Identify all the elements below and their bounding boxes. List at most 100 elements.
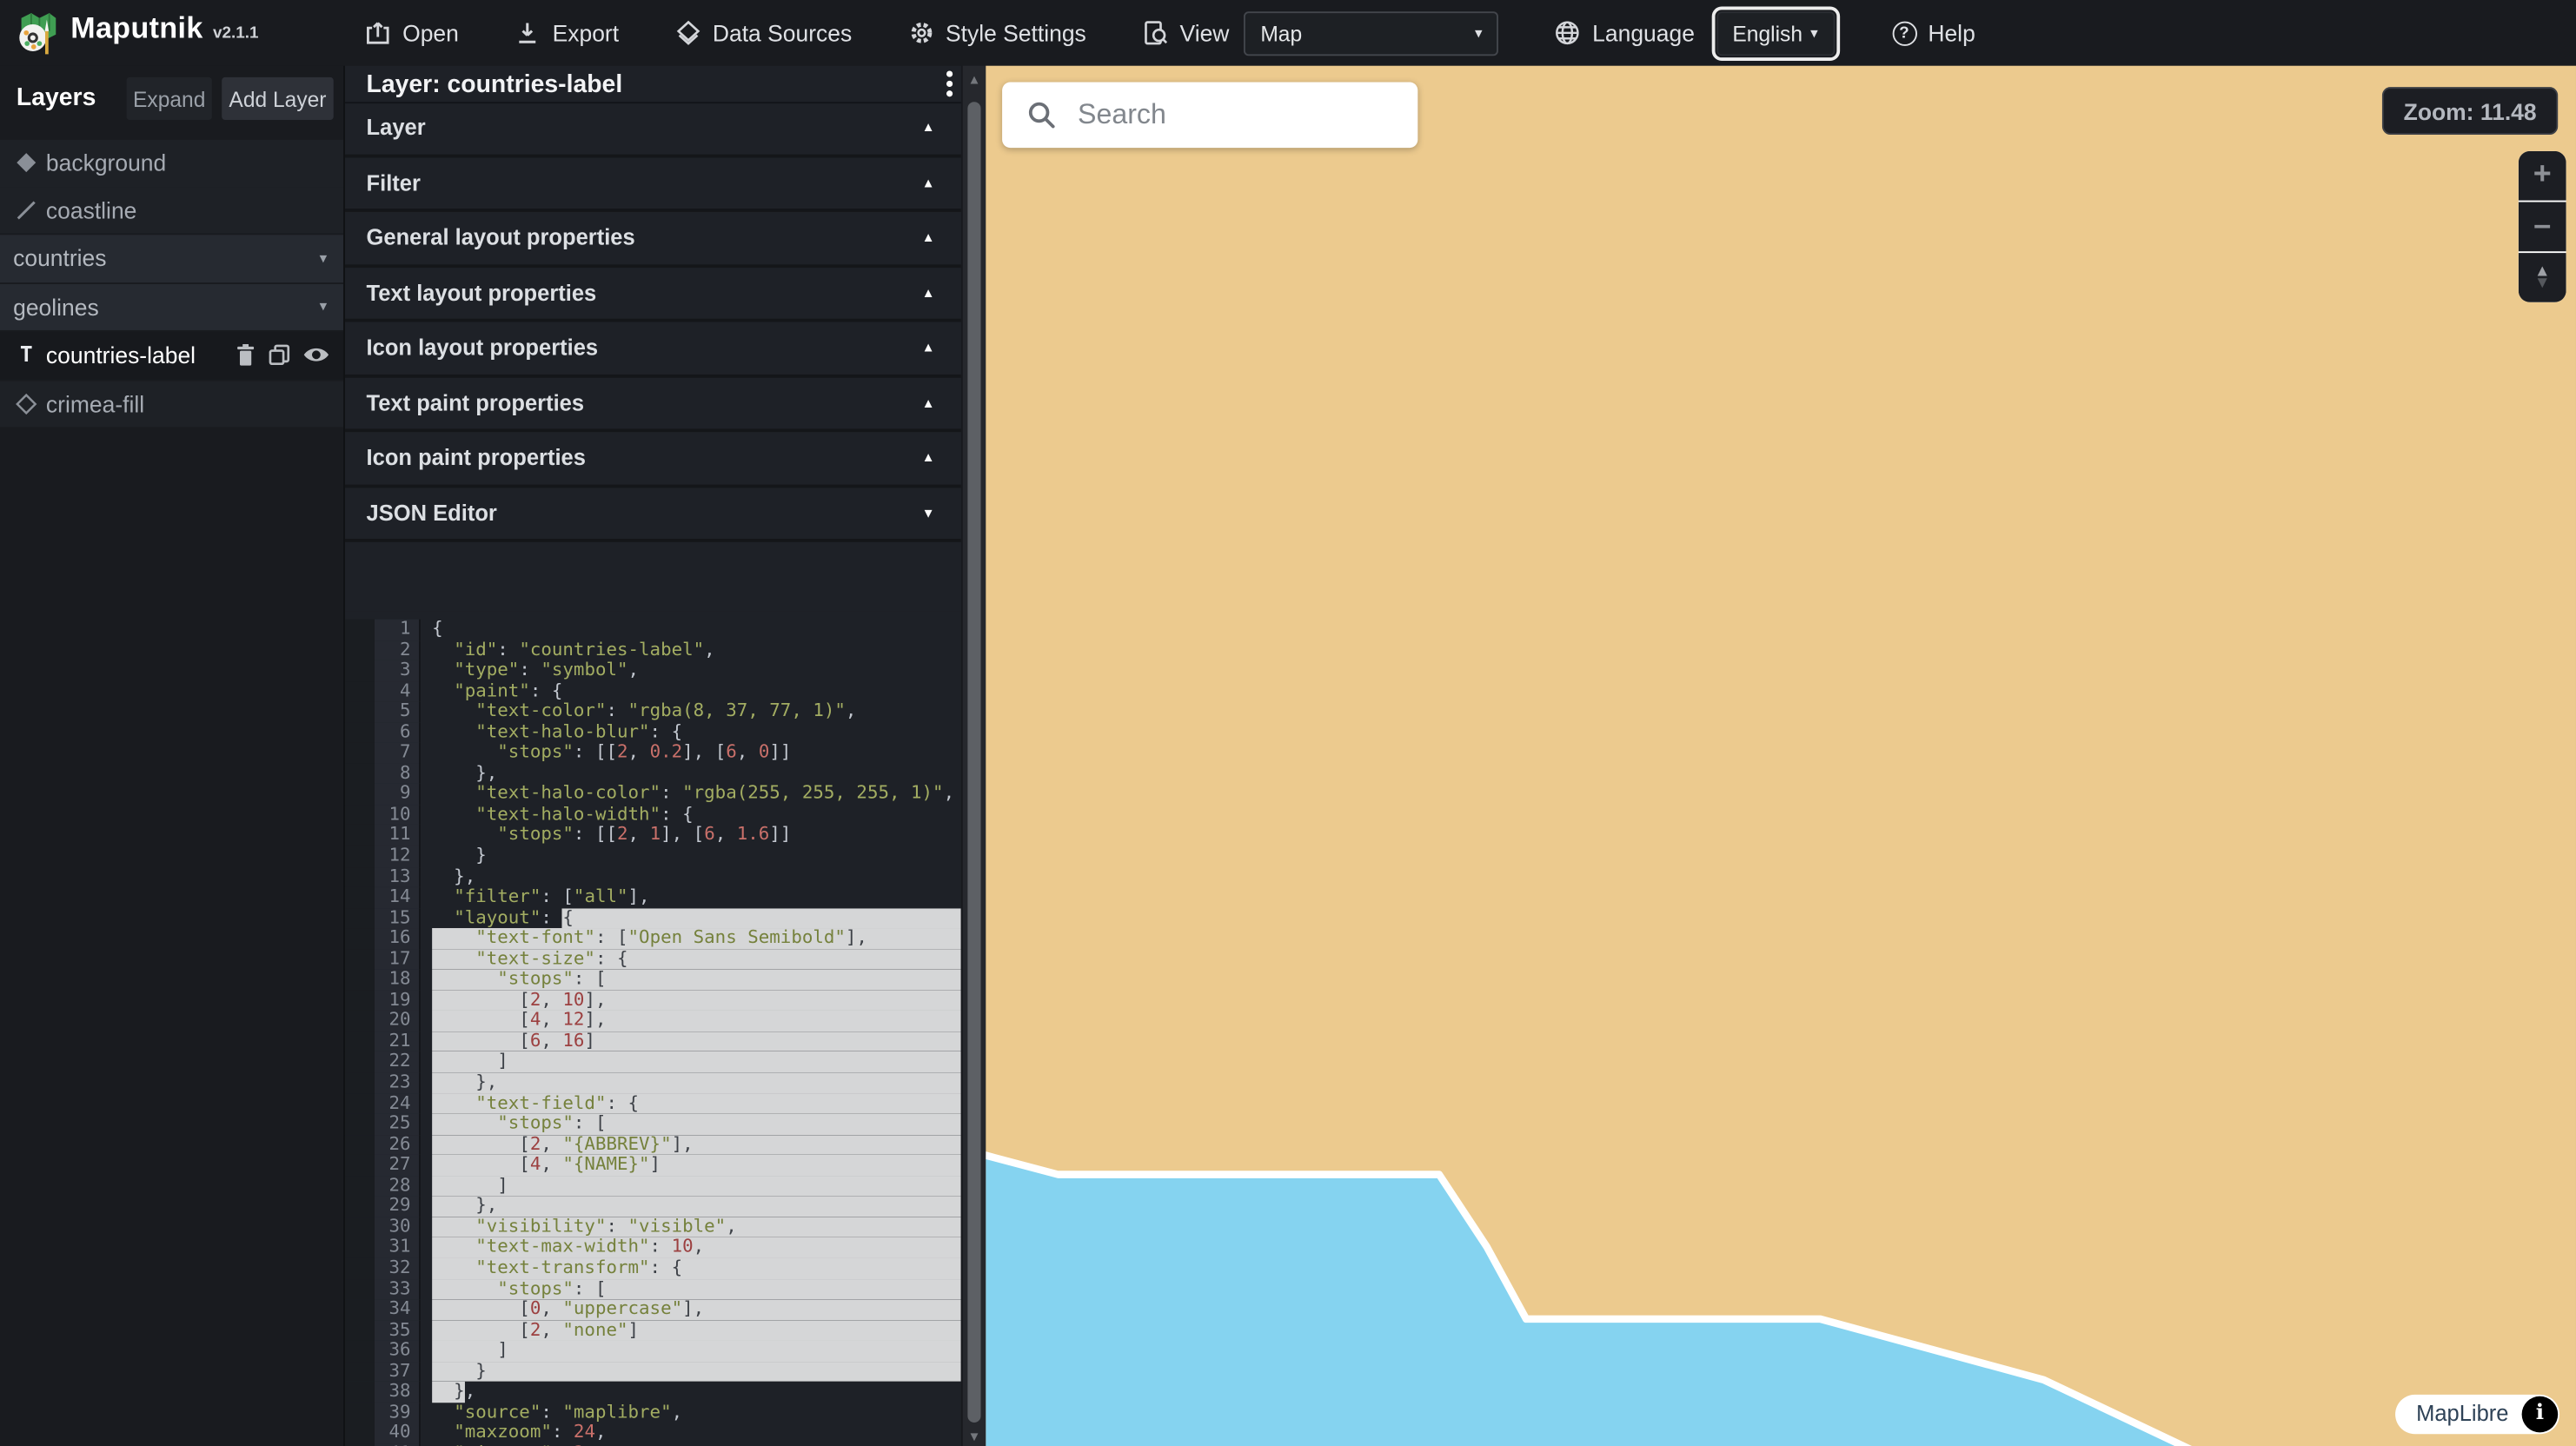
section-general-layout-properties[interactable]: General layout properties▲ — [345, 212, 961, 267]
code-text: "text-halo-width": { — [421, 805, 961, 826]
json-editor[interactable]: 1{2 "id": "countries-label",3 "type": "s… — [345, 611, 961, 1446]
layer-item-countries[interactable]: countries▾ — [0, 235, 343, 282]
code-text: [0, "uppercase"], — [421, 1299, 961, 1320]
info-icon[interactable]: i — [2522, 1396, 2559, 1432]
code-text: ] — [421, 1052, 961, 1073]
layers-sidebar: Layers Expand Add Layer backgroundcoastl… — [0, 66, 343, 1446]
gutter-strip — [345, 1011, 375, 1031]
compass-button[interactable]: ▲▼ — [2519, 253, 2566, 302]
selected-code: "stops": [ — [432, 1114, 961, 1135]
menu-item-export[interactable]: Export — [515, 20, 619, 46]
section-text-layout-properties[interactable]: Text layout properties▲ — [345, 267, 961, 322]
gutter-strip — [345, 1299, 375, 1320]
open-icon — [365, 20, 391, 46]
code-line: 16 "text-font": ["Open Sans Semibold"], — [345, 928, 961, 949]
gutter-strip — [345, 681, 375, 702]
layer-more-menu-icon[interactable] — [946, 70, 953, 96]
chevron-up-icon: ▲ — [922, 341, 935, 355]
scroll-down-icon[interactable]: ▼ — [963, 1429, 986, 1443]
selected-code: ] — [432, 1052, 961, 1073]
menu-item-open[interactable]: Open — [365, 20, 459, 46]
duplicate-icon[interactable] — [268, 344, 290, 367]
app-version: v2.1.1 — [213, 23, 259, 42]
section-text-paint-properties[interactable]: Text paint properties▲ — [345, 377, 961, 432]
gutter-strip — [345, 1093, 375, 1114]
line-number: 14 — [375, 887, 421, 908]
map-canvas[interactable]: Zoom: 11.48 + – ▲▼ MapLibre i — [986, 66, 2576, 1446]
code-line: 31 "text-max-width": 10, — [345, 1237, 961, 1258]
code-text: }, — [421, 1197, 961, 1217]
gutter-strip — [345, 1197, 375, 1217]
zoom-out-button[interactable]: – — [2519, 202, 2566, 251]
menu-item-style-settings[interactable]: Style Settings — [907, 20, 1086, 46]
line-number: 18 — [375, 970, 421, 991]
code-text: "text-max-width": 10, — [421, 1237, 961, 1258]
gutter-strip — [345, 908, 375, 929]
layer-item-coastline[interactable]: coastline — [0, 187, 343, 234]
section-icon-layout-properties[interactable]: Icon layout properties▲ — [345, 322, 961, 376]
code-text: "text-font": ["Open Sans Semibold"], — [421, 928, 961, 949]
layer-item-label: crimea-fill — [46, 390, 144, 416]
chevron-up-icon: ▲ — [922, 120, 935, 135]
chevron-down-icon[interactable]: ▾ — [320, 249, 328, 268]
zoom-in-button[interactable]: + — [2519, 151, 2566, 200]
expand-button[interactable]: Expand — [127, 77, 212, 120]
selected-code: [0, "uppercase"], — [432, 1299, 961, 1320]
gutter-strip — [345, 866, 375, 887]
delete-icon[interactable] — [235, 344, 256, 367]
line-number: 27 — [375, 1155, 421, 1176]
menu-item-data-sources[interactable]: Data Sources — [674, 20, 852, 46]
selected-code: "stops": [ — [432, 1279, 961, 1300]
line-number: 22 — [375, 1052, 421, 1073]
selected-code: [4, 12], — [432, 1011, 961, 1031]
line-number: 40 — [375, 1423, 421, 1444]
map-attribution: MapLibre i — [2395, 1394, 2560, 1433]
layers-header: Layers Expand Add Layer — [0, 72, 343, 131]
map-zoom-controls: + – ▲▼ — [2519, 151, 2566, 302]
section-icon-paint-properties[interactable]: Icon paint properties▲ — [345, 432, 961, 487]
scroll-up-icon[interactable]: ▲ — [963, 72, 986, 87]
search-input[interactable] — [1074, 97, 1444, 134]
visibility-icon[interactable] — [302, 345, 330, 365]
section-layer[interactable]: Layer▲ — [345, 102, 961, 156]
gutter-strip — [345, 887, 375, 908]
code-line: 9 "text-halo-color": "rgba(255, 255, 255… — [345, 784, 961, 805]
language-select[interactable]: English ▾ — [1716, 10, 1835, 55]
scrollbar-thumb[interactable] — [967, 102, 980, 1422]
gutter-strip — [345, 1258, 375, 1279]
layer-item-crimea-fill[interactable]: crimea-fill — [0, 381, 343, 428]
add-layer-button[interactable]: Add Layer — [222, 77, 334, 120]
section-label: Icon paint properties — [367, 446, 586, 470]
diamond-filled-icon — [13, 151, 39, 174]
top-toolbar: Maputnik v2.1.1 Open Export Data Sources St… — [0, 0, 2576, 66]
layer-item-background[interactable]: background — [0, 140, 343, 187]
code-line: 11 "stops": [[2, 1], [6, 1.6]] — [345, 826, 961, 846]
layer-item-geolines[interactable]: geolines▾ — [0, 283, 343, 330]
section-filter[interactable]: Filter▲ — [345, 157, 961, 212]
app-logo[interactable]: Maputnik v2.1.1 — [0, 10, 329, 55]
code-text: "text-color": "rgba(8, 37, 77, 1)", — [421, 702, 961, 723]
layer-item-countries-label[interactable]: Tcountries-label — [0, 332, 343, 379]
gutter-strip — [345, 1072, 375, 1093]
chevron-down-icon[interactable]: ▾ — [320, 298, 328, 316]
help-menu[interactable]: ? Help — [1892, 20, 1975, 46]
attribution-link[interactable]: MapLibre — [2416, 1401, 2508, 1425]
code-text: [2, "none"] — [421, 1320, 961, 1341]
chevron-up-icon: ▲ — [922, 176, 935, 190]
code-line: 3 "type": "symbol", — [345, 660, 961, 681]
gutter-strip — [345, 1135, 375, 1156]
language-menu[interactable]: Language — [1555, 20, 1695, 46]
code-text: }, — [421, 764, 961, 785]
menu-item-view[interactable]: View — [1142, 20, 1229, 46]
line-number: 13 — [375, 866, 421, 887]
gutter-strip — [345, 846, 375, 867]
section-json-editor[interactable]: JSON Editor▼ — [345, 487, 961, 541]
code-line: 18 "stops": [ — [345, 970, 961, 991]
code-text: , — [465, 1382, 476, 1403]
panel-scrollbar[interactable]: ▲ ▼ — [961, 66, 986, 1446]
code-text: "type": "symbol", — [421, 660, 961, 681]
view-mode-select[interactable]: Map ▾ — [1244, 10, 1498, 55]
code-text: "stops": [ — [421, 1279, 961, 1300]
line-number: 9 — [375, 784, 421, 805]
gutter-strip — [345, 1237, 375, 1258]
